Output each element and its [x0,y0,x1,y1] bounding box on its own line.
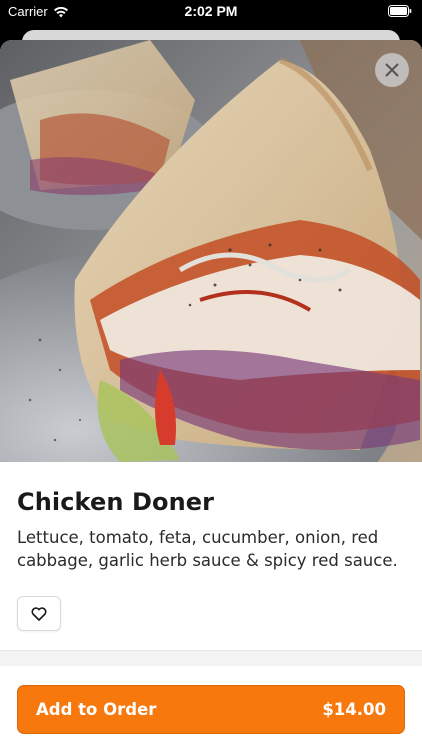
screen: Carrier 2:02 PM Chicken Doner Lettuce, t… [0,0,422,750]
close-icon [385,63,399,77]
section-divider [0,650,422,666]
item-title: Chicken Doner [17,488,215,516]
status-time: 2:02 PM [184,3,238,19]
item-detail-sheet: Chicken Doner Lettuce, tomato, feta, cuc… [0,40,422,750]
favorite-button[interactable] [17,596,61,631]
add-to-order-button[interactable]: Add to Order $14.00 [17,685,405,734]
food-photo-chicken-doner [0,40,422,462]
item-description: Lettuce, tomato, feta, cucumber, onion, … [17,528,398,570]
order-price: $14.00 [322,700,386,719]
status-bar: Carrier 2:02 PM [0,0,422,22]
heart-icon [31,606,47,621]
item-details: Chicken Doner Lettuce, tomato, feta, cuc… [0,462,422,631]
add-to-order-label: Add to Order [36,700,157,719]
battery-icon [388,5,412,17]
item-photo [0,40,422,462]
close-button[interactable] [375,53,409,87]
